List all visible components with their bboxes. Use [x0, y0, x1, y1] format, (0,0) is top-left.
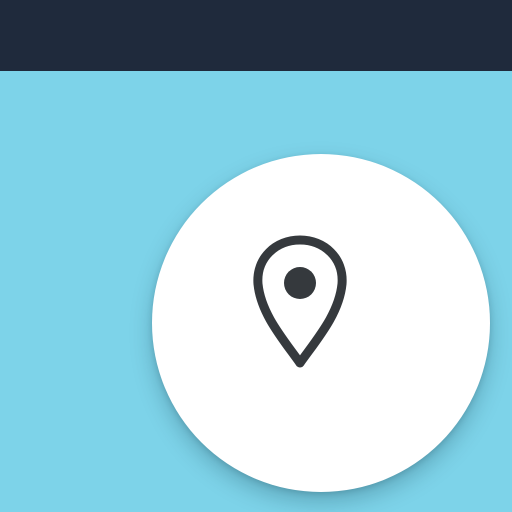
map-pin-icon	[248, 234, 352, 374]
top-app-bar	[0, 0, 512, 71]
app-screen	[0, 0, 512, 512]
